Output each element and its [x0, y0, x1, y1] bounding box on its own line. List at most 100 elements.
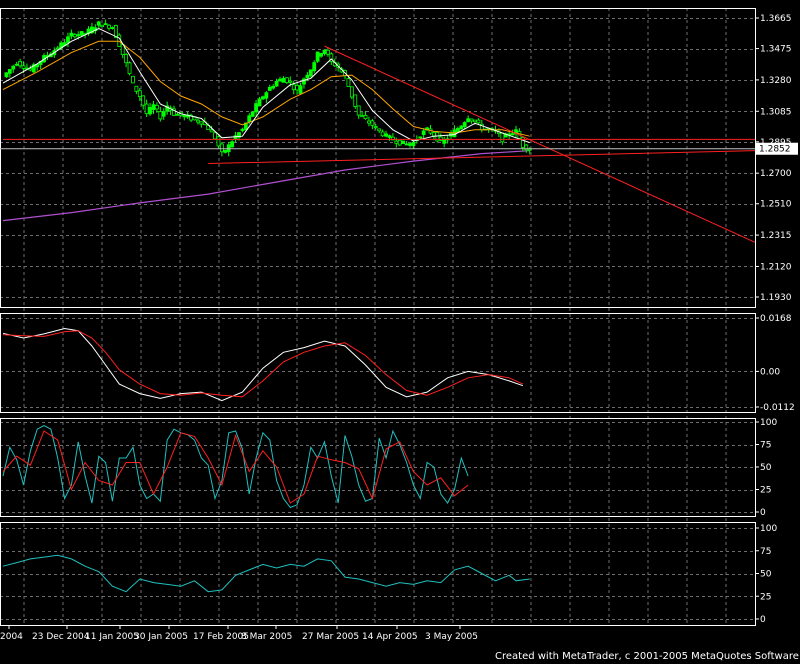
- credit-text: Created with MetaTrader, c 2001-2005 Met…: [495, 651, 800, 662]
- macd-axis-ticks: 0.0168 0.00 -0.0112: [755, 314, 795, 413]
- candle-body-42: [144, 103, 149, 115]
- candle-body-146: [500, 132, 505, 143]
- candle-body-5: [18, 60, 23, 67]
- panel-frame-price: [0, 8, 756, 308]
- candle-body-115: [394, 140, 399, 144]
- macd-panel[interactable]: 0.0168 0.00 -0.0112: [2, 314, 795, 413]
- candle-body-137: [469, 118, 474, 122]
- macd-tick-label-1: 0.00: [760, 367, 780, 377]
- macd-lines: [2, 327, 524, 402]
- candle-body-65: [223, 149, 228, 153]
- candle-body-70: [240, 128, 245, 132]
- candle-body-79: [271, 85, 276, 89]
- candle-body-78: [267, 86, 272, 91]
- candle-body-47: [161, 111, 166, 117]
- candle-body-105: [360, 115, 365, 118]
- price-tick-label-7: 1.2315: [760, 231, 792, 241]
- candle-body-37: [127, 62, 132, 75]
- candle-body-106: [363, 115, 368, 120]
- rsi-tick-label-4: 0: [760, 615, 766, 625]
- rsi-lines: [2, 554, 530, 593]
- candle-body-51: [175, 113, 180, 116]
- trend-line-1: [208, 150, 756, 165]
- stochastic-lines: [2, 425, 469, 509]
- candle-body-133: [455, 128, 460, 132]
- rsi-series-0: [2, 554, 530, 593]
- candle-body-116: [397, 139, 402, 146]
- candle-body-16: [55, 47, 60, 50]
- stoch-series-0: [2, 425, 469, 509]
- candle-body-86: [295, 85, 300, 91]
- price-tick-label-2: 1.3280: [760, 76, 792, 86]
- candle-body-2: [7, 69, 12, 74]
- price-panel[interactable]: 1.36651.34751.32801.30851.28951.27001.25…: [0, 14, 798, 303]
- candle-body-119: [408, 143, 412, 146]
- candle-body-123: [421, 130, 426, 135]
- macd-series-1: [2, 330, 524, 398]
- candle-body-109: [373, 126, 378, 128]
- candle-body-113: [387, 135, 392, 138]
- rsi-tick-label-1: 75: [760, 547, 771, 557]
- candle-body-80: [274, 81, 279, 87]
- panel-frames: [0, 8, 756, 626]
- stoch-tick-label-4: 0: [760, 508, 766, 518]
- candle-body-38: [131, 75, 135, 84]
- metatrader-chart: 1.36651.34751.32801.30851.28951.27001.25…: [0, 8, 800, 662]
- candle-body-67: [230, 141, 235, 148]
- candle-body-149: [510, 133, 515, 136]
- candle-body-107: [367, 120, 371, 124]
- candle-body-126: [432, 132, 436, 137]
- rsi-tick-label-0: 100: [760, 524, 777, 534]
- candle-body-103: [353, 94, 358, 107]
- candle-body-44: [151, 104, 156, 111]
- candle-body-118: [404, 143, 409, 146]
- x-tick-label-8: 3 May 2005: [425, 632, 478, 642]
- candle-body-8: [28, 68, 33, 71]
- candle-body-112: [384, 133, 388, 137]
- candle-body-154: [527, 148, 532, 151]
- ma-long-series: [2, 150, 530, 222]
- candle-body-90: [308, 69, 313, 77]
- candle-body-61: [209, 129, 214, 133]
- stoch-tick-label-1: 75: [760, 441, 771, 451]
- price-axis-ticks: 1.36651.34751.32801.30851.28951.27001.25…: [0, 14, 798, 303]
- candle-body-23: [79, 31, 84, 36]
- candle-body-72: [247, 115, 252, 123]
- candle-body-117: [401, 140, 406, 145]
- ma-long-line: [2, 150, 530, 222]
- candle-body-28: [96, 21, 101, 26]
- candle-body-46: [158, 111, 163, 120]
- trend-line-0: [324, 45, 756, 243]
- stoch-tick-label-3: 25: [760, 486, 771, 496]
- candle-body-41: [141, 95, 146, 106]
- price-tick-label-0: 1.3665: [760, 14, 792, 24]
- current-price-label: 1.2852: [759, 145, 791, 155]
- price-tick-label-3: 1.3085: [760, 107, 792, 117]
- candle-body-30: [103, 23, 108, 26]
- candle-body-39: [134, 85, 139, 92]
- price-tick-label-6: 1.2510: [760, 200, 792, 210]
- candle-body-134: [459, 125, 464, 130]
- candle-body-3: [11, 65, 16, 70]
- candle-body-1: [4, 72, 9, 78]
- candle-body-83: [284, 77, 289, 84]
- stoch-tick-label-0: 100: [760, 418, 777, 428]
- candle-body-91: [312, 62, 317, 72]
- candle-body-36: [124, 54, 129, 64]
- macd-series-0: [2, 327, 524, 402]
- price-tick-label-9: 1.1930: [760, 293, 792, 303]
- x-tick-label-2: 11 Jan 2005: [85, 632, 139, 642]
- candle-body-84: [288, 80, 293, 83]
- candle-body-32: [110, 27, 115, 29]
- rsi-axis-ticks: 100 75 50 25 0: [755, 524, 777, 625]
- candle-body-89: [305, 74, 310, 79]
- price-tick-label-8: 1.2120: [760, 262, 792, 272]
- candle-body-135: [462, 122, 467, 128]
- candle-body-87: [298, 85, 303, 94]
- price-tick-label-5: 1.2700: [760, 169, 792, 179]
- candle-body-95: [326, 49, 330, 55]
- candle-body-101: [346, 78, 351, 87]
- x-tick-label-6: 27 Mar 2005: [302, 632, 359, 642]
- candle-body-53: [182, 114, 187, 118]
- candle-body-58: [199, 121, 204, 125]
